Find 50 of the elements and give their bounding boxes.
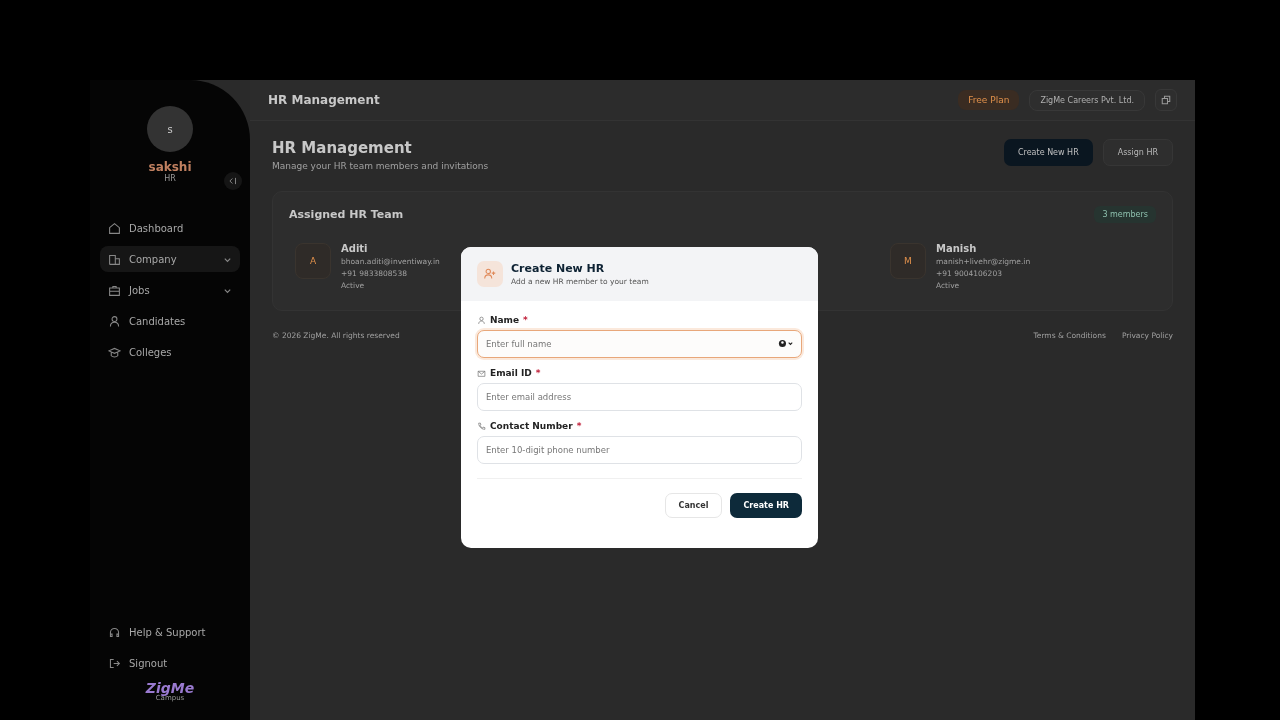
add-person-icon (477, 261, 503, 287)
plan-badge[interactable]: Free Plan (958, 90, 1020, 110)
required-mark: * (576, 421, 582, 431)
member-name: Manish (936, 243, 978, 254)
create-hr-button[interactable]: Create HR (730, 493, 802, 518)
building-icon (108, 252, 121, 266)
member-count-badge: 3 members (1094, 206, 1156, 223)
home-icon (108, 221, 121, 235)
phone-icon (477, 421, 486, 431)
nav-item[interactable]: Candidates (100, 308, 240, 334)
dialog-title: Create New HR (511, 262, 606, 275)
autofill-icon[interactable] (778, 339, 794, 348)
cancel-button[interactable]: Cancel (664, 493, 723, 518)
headset-icon (108, 625, 121, 639)
person-icon (477, 315, 486, 325)
member-name: Aditi (341, 243, 369, 254)
person-icon (108, 314, 121, 328)
member-avatar: A (295, 243, 331, 279)
required-mark: * (535, 368, 541, 378)
section-title: Assigned HR Team (289, 208, 404, 221)
collapse-sidebar-button[interactable] (224, 172, 242, 190)
nav-item[interactable]: Signout (100, 650, 240, 676)
company-selector[interactable]: ZigMe Careers Pvt. Ltd. (1029, 89, 1145, 111)
assign-hr-button[interactable]: Assign HR (1102, 139, 1173, 166)
field-label: Name (490, 315, 520, 325)
switch-button[interactable] (1155, 89, 1177, 111)
nav-item[interactable]: Company (100, 246, 240, 272)
nav-item[interactable]: Dashboard (100, 215, 240, 241)
nav-item[interactable]: Help & Support (100, 619, 240, 645)
member-avatar: M (890, 243, 926, 279)
avatar: s (147, 106, 193, 152)
collapse-icon (228, 176, 238, 186)
nav-item[interactable]: Colleges (100, 339, 240, 365)
user-name: sakshi (148, 160, 192, 174)
required-mark: * (523, 315, 528, 325)
user-role: HR (164, 174, 176, 183)
signout-icon (108, 656, 121, 670)
briefcase-icon (108, 283, 121, 297)
page-subtitle: Manage your HR team members and invitations (272, 161, 489, 171)
graduation-cap-icon (108, 345, 121, 359)
input-field[interactable]: Enter full name (477, 330, 802, 358)
page-title: HR Management (272, 139, 413, 157)
logo-text: ZigMe (145, 681, 195, 695)
field-label: Contact Number (490, 421, 573, 431)
windows-icon (1160, 94, 1172, 106)
create-hr-button[interactable]: Create New HR (1004, 139, 1093, 166)
field-label: Email ID (490, 368, 532, 378)
nav-item[interactable]: Jobs (100, 277, 240, 303)
page-header-title: HR Management (268, 93, 380, 107)
mail-icon (477, 368, 486, 378)
